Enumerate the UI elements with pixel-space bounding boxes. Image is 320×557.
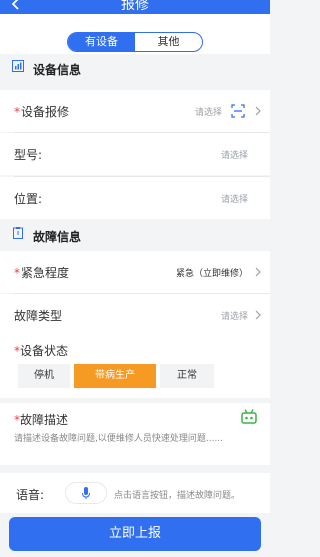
scan-icon[interactable] bbox=[231, 104, 245, 118]
chevron-right-icon bbox=[255, 267, 261, 277]
fault-description-section: *故障描述 请描述设备故障问题,以便维修人员快速处理问题...... bbox=[0, 403, 270, 465]
tab-bar: 有设备 其他 bbox=[0, 14, 270, 54]
chevron-right-icon bbox=[255, 106, 261, 116]
nav-bar: 报修 bbox=[0, 0, 270, 14]
chevron-right-icon bbox=[255, 310, 261, 320]
equipment-repair-value: 请选择 bbox=[194, 108, 222, 118]
section-title-fault: 故障信息 bbox=[33, 230, 82, 244]
fault-type-row[interactable]: 故障类型 请选择 bbox=[0, 294, 270, 336]
chart-icon bbox=[12, 60, 24, 72]
model-value: 请选择 bbox=[220, 151, 248, 161]
equipment-status-label: *设备状态 bbox=[14, 344, 69, 358]
model-row[interactable]: 型号: 请选择 bbox=[0, 133, 270, 175]
voice-label: 语音: bbox=[16, 488, 45, 502]
fault-description-label: *故障描述 bbox=[14, 413, 69, 427]
equipment-repair-row[interactable]: *设备报修 请选择 bbox=[0, 90, 270, 132]
clipboard-icon bbox=[13, 227, 23, 239]
microphone-icon bbox=[82, 487, 90, 499]
location-label: 位置: bbox=[14, 192, 43, 206]
robot-icon[interactable] bbox=[240, 409, 258, 425]
urgency-label: *紧急程度 bbox=[14, 266, 70, 280]
status-option-degraded[interactable]: 带病生产 bbox=[74, 364, 156, 388]
equipment-status-section: *设备状态 停机 带病生产 正常 bbox=[0, 332, 270, 398]
location-row[interactable]: 位置: 请选择 bbox=[0, 177, 270, 219]
page-title: 报修 bbox=[121, 0, 149, 13]
tab-has-equipment[interactable]: 有设备 bbox=[68, 33, 135, 51]
section-title-equipment: 设备信息 bbox=[33, 63, 82, 77]
fault-type-value: 请选择 bbox=[220, 312, 248, 322]
location-value: 请选择 bbox=[220, 195, 248, 205]
status-option-stopped[interactable]: 停机 bbox=[18, 364, 70, 388]
voice-record-button[interactable] bbox=[65, 482, 107, 504]
fault-section-header: 故障信息 bbox=[0, 221, 270, 249]
urgency-value: 紧急（立即维修） bbox=[175, 269, 248, 279]
segmented-control: 有设备 其他 bbox=[67, 32, 203, 52]
equipment-repair-label: *设备报修 bbox=[14, 105, 70, 119]
voice-hint: 点击语言按钮，描述故障问题。 bbox=[114, 491, 241, 501]
fault-description-input[interactable]: 请描述设备故障问题,以便维修人员快速处理问题...... bbox=[14, 431, 223, 444]
status-options: 停机 带病生产 正常 bbox=[18, 364, 240, 388]
model-label: 型号: bbox=[14, 148, 43, 162]
fault-type-label: 故障类型 bbox=[14, 309, 63, 323]
equipment-section-header: 设备信息 bbox=[0, 54, 270, 82]
tab-other[interactable]: 其他 bbox=[135, 33, 202, 51]
submit-button[interactable]: 立即上报 bbox=[9, 517, 261, 551]
voice-row: 语音: 点击语言按钮，描述故障问题。 bbox=[0, 473, 270, 513]
status-option-normal[interactable]: 正常 bbox=[160, 364, 214, 388]
urgency-row[interactable]: *紧急程度 紧急（立即维修） bbox=[0, 251, 270, 293]
